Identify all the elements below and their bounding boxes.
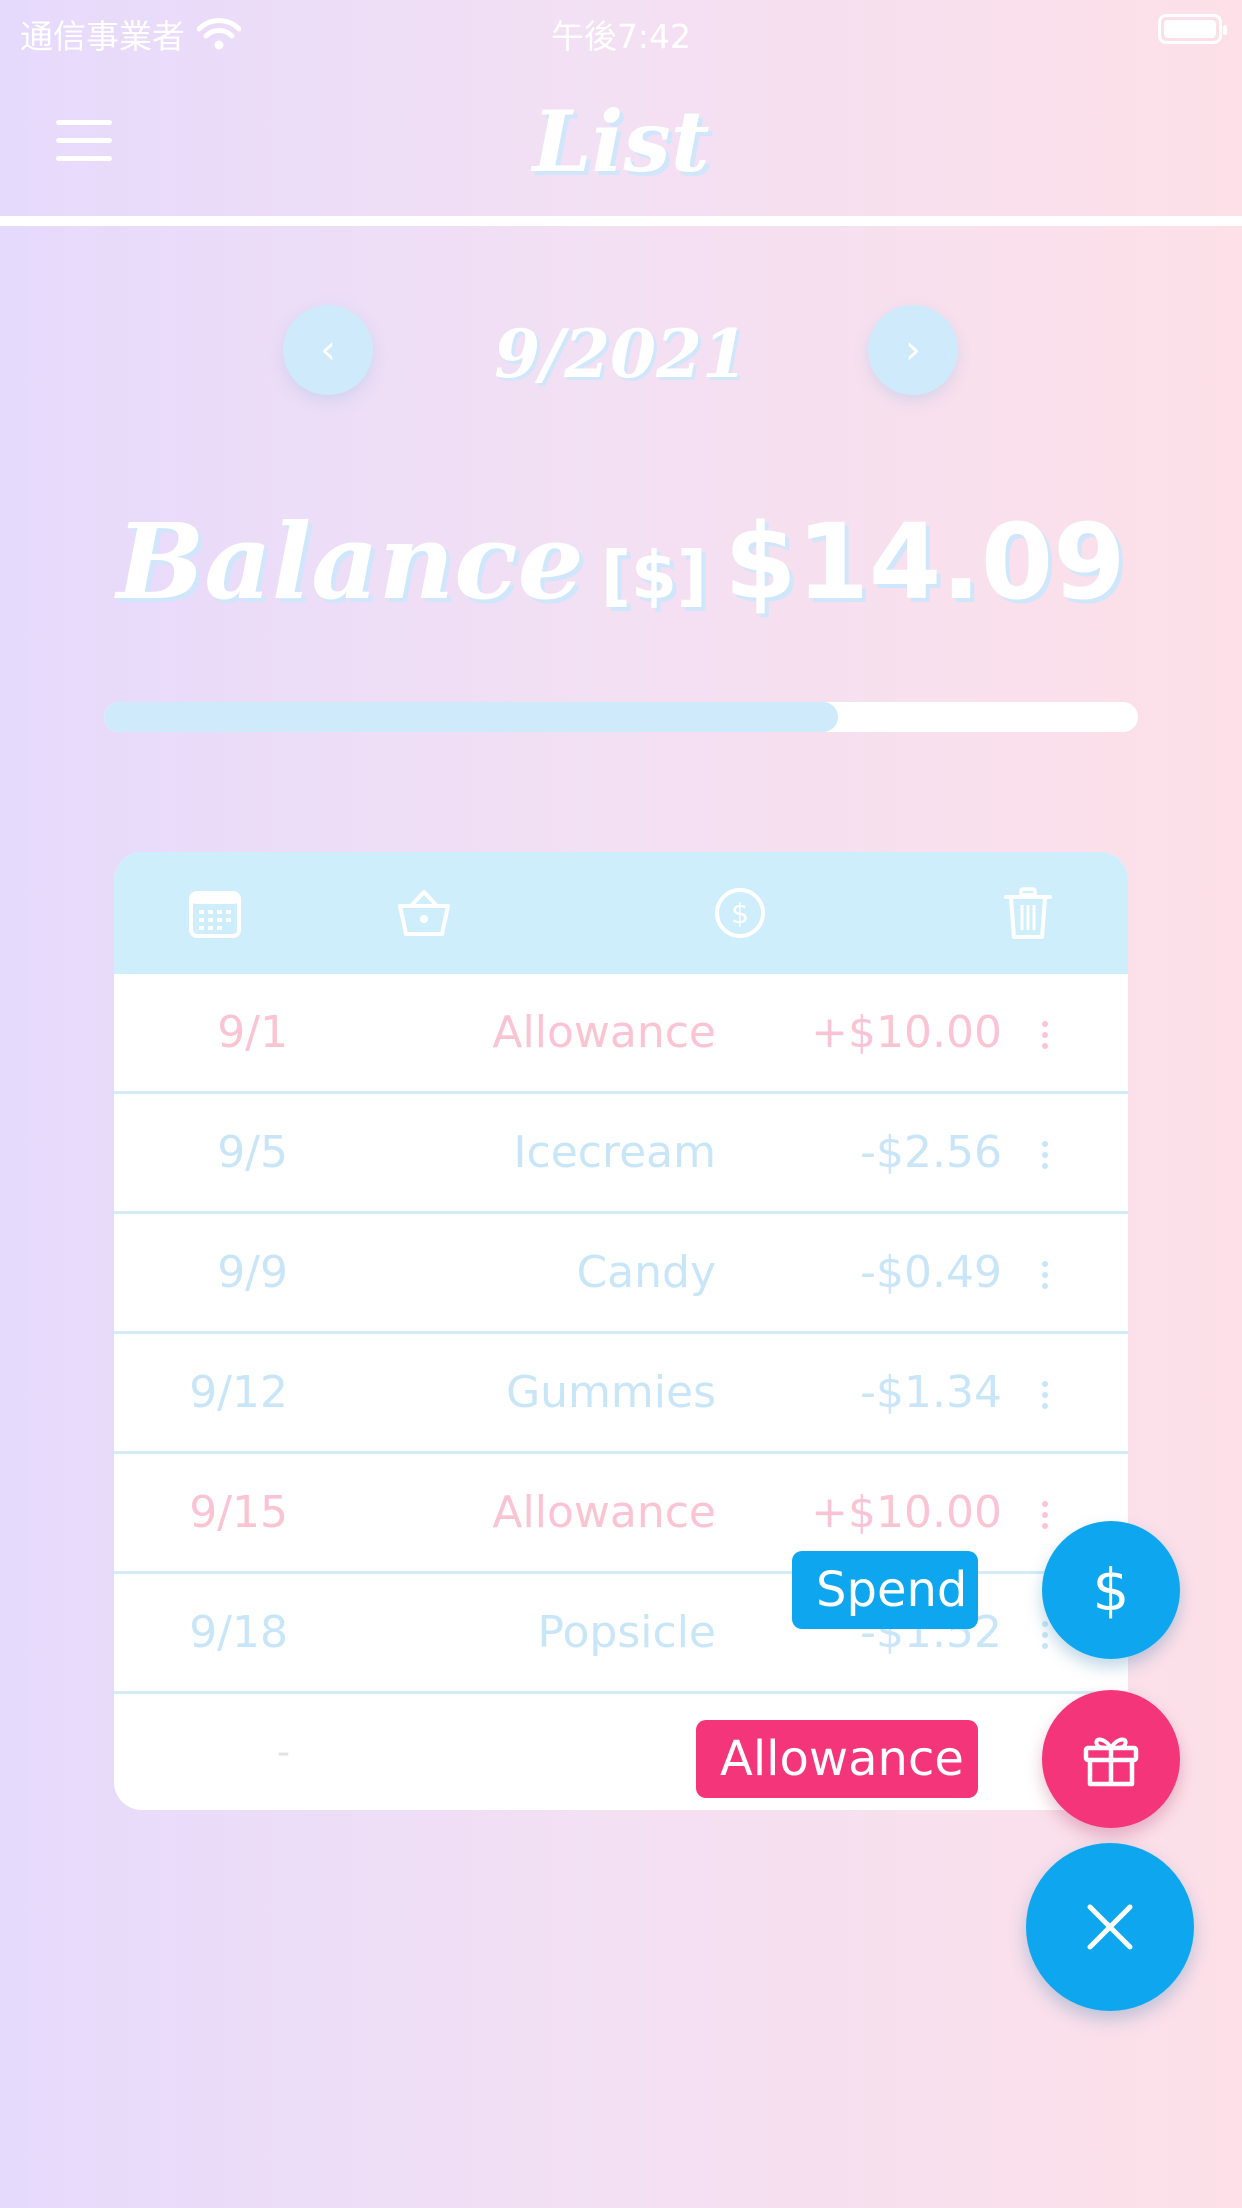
balance-progress-bar <box>104 702 1138 732</box>
row-date: 9/1 <box>217 1007 288 1058</box>
dollar-icon: $ <box>1092 1556 1130 1624</box>
battery-icon <box>1158 14 1227 44</box>
spend-label-chip[interactable]: Spend <box>792 1551 978 1629</box>
basket-icon <box>398 890 450 936</box>
more-options-icon[interactable] <box>1042 1381 1050 1414</box>
balance-label: Balance <box>116 500 584 623</box>
table-header: $ <box>114 852 1128 974</box>
row-name: Popsicle <box>537 1607 716 1658</box>
header-divider <box>0 216 1242 226</box>
row-name: - <box>288 1694 720 1810</box>
row-name: Candy <box>576 1247 716 1298</box>
balance-amount: $14.09 <box>724 501 1126 623</box>
more-options-icon[interactable] <box>1042 1021 1050 1054</box>
spend-fab-button[interactable]: $ <box>1042 1521 1180 1659</box>
progress-fill <box>104 702 839 732</box>
row-date: 9/5 <box>217 1127 288 1178</box>
row-date: 9/9 <box>217 1247 288 1298</box>
more-options-icon[interactable] <box>1042 1261 1050 1294</box>
table-row[interactable]: 9/9 Candy -$0.49 <box>114 1214 1128 1334</box>
svg-text:$: $ <box>731 897 749 930</box>
row-name: Gummies <box>506 1367 716 1418</box>
page-title: List <box>532 92 710 191</box>
transactions-table: $ 9/1 Allowance +$10.00 9/5 Icecream -$2… <box>114 852 1128 1810</box>
more-options-icon[interactable] <box>1042 1501 1050 1534</box>
status-bar: 通信事業者 午後7:42 <box>0 0 1242 62</box>
table-row[interactable]: 9/5 Icecream -$2.56 <box>114 1094 1128 1214</box>
allowance-label-chip[interactable]: Allowance <box>696 1720 978 1798</box>
row-date: 9/18 <box>189 1607 288 1658</box>
app-header: List <box>0 62 1242 218</box>
close-fab-button[interactable] <box>1026 1843 1194 2011</box>
trash-icon[interactable] <box>1001 886 1055 940</box>
table-row[interactable]: 9/12 Gummies -$1.34 <box>114 1334 1128 1454</box>
row-amount: -$2.56 <box>860 1127 1002 1178</box>
row-date: 9/12 <box>189 1367 288 1418</box>
current-month: 9/2021 <box>494 315 748 393</box>
next-month-button[interactable]: › <box>868 305 958 395</box>
calendar-icon <box>189 891 241 938</box>
gift-icon <box>1083 1737 1139 1787</box>
table-row[interactable]: 9/1 Allowance +$10.00 <box>114 974 1128 1094</box>
row-amount: -$1.34 <box>860 1367 1002 1418</box>
row-name: Icecream <box>513 1127 716 1178</box>
dollar-circle-icon: $ <box>715 888 765 938</box>
status-time: 午後7:42 <box>550 17 692 56</box>
row-date: 9/15 <box>189 1487 288 1538</box>
allowance-fab-button[interactable] <box>1042 1690 1180 1828</box>
more-options-icon[interactable] <box>1042 1141 1050 1174</box>
balance-display: Balance [$] $14.09 <box>0 500 1242 623</box>
row-date: - <box>277 1732 290 1773</box>
more-options-icon[interactable] <box>1042 1621 1050 1654</box>
balance-currency: [$] <box>600 537 708 614</box>
row-amount: +$10.00 <box>811 1007 1002 1058</box>
chevron-right-icon: › <box>905 327 921 373</box>
row-name: Allowance <box>492 1487 716 1538</box>
row-amount: -$0.49 <box>860 1247 1002 1298</box>
close-icon <box>1087 1904 1133 1950</box>
row-name: Allowance <box>492 1007 716 1058</box>
